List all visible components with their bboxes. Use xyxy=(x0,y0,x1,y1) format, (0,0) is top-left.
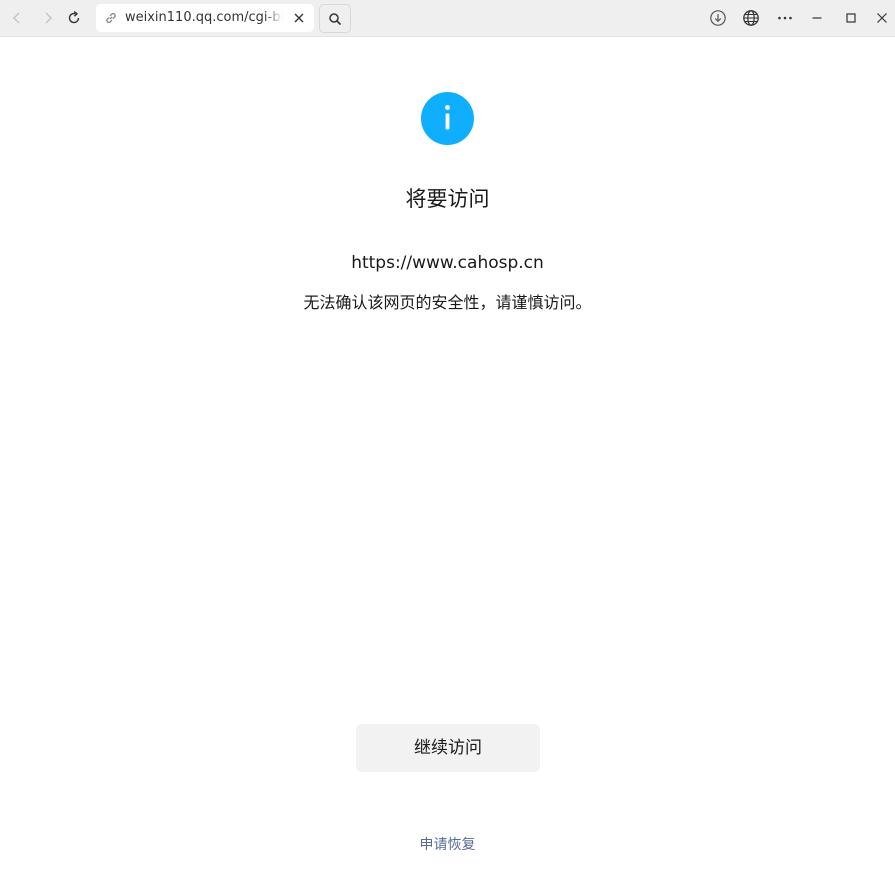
search-icon xyxy=(329,12,342,25)
close-icon xyxy=(877,13,887,23)
minimize-button[interactable] xyxy=(804,5,830,31)
download-icon xyxy=(710,10,726,26)
search-button[interactable] xyxy=(319,4,351,33)
url-text[interactable]: weixin110.qq.com/cgi-bin/mmspamsupport-b… xyxy=(125,4,283,32)
address-bar[interactable]: weixin110.qq.com/cgi-bin/mmspamsupport-b… xyxy=(96,4,314,32)
minimize-icon xyxy=(812,17,822,19)
forward-button[interactable] xyxy=(35,5,61,31)
more-icon xyxy=(778,16,792,20)
link-icon xyxy=(106,12,116,24)
chevron-left-icon xyxy=(13,12,20,24)
target-url: https://www.cahosp.cn xyxy=(351,253,544,273)
info-icon-glyph xyxy=(445,105,450,130)
info-icon xyxy=(421,92,474,145)
download-button[interactable] xyxy=(705,5,731,31)
maximize-icon xyxy=(846,13,856,23)
chevron-right-icon xyxy=(45,12,52,24)
close-window-button[interactable] xyxy=(869,5,895,31)
browser-toolbar: weixin110.qq.com/cgi-bin/mmspamsupport-b… xyxy=(0,0,895,37)
globe-icon xyxy=(743,10,759,26)
reload-icon xyxy=(68,11,80,24)
page-title: 将要访问 xyxy=(405,187,490,211)
appeal-restore-link[interactable]: 申请恢复 xyxy=(0,834,895,856)
reload-button[interactable] xyxy=(61,5,87,31)
more-button[interactable] xyxy=(772,5,798,31)
maximize-button[interactable] xyxy=(838,5,864,31)
back-button[interactable] xyxy=(4,5,30,31)
close-icon[interactable] xyxy=(292,11,306,25)
continue-visit-button[interactable]: 继续访问 xyxy=(356,724,540,772)
warning-message: 无法确认该网页的安全性，请谨慎访问。 xyxy=(303,293,592,312)
language-button[interactable] xyxy=(738,5,764,31)
